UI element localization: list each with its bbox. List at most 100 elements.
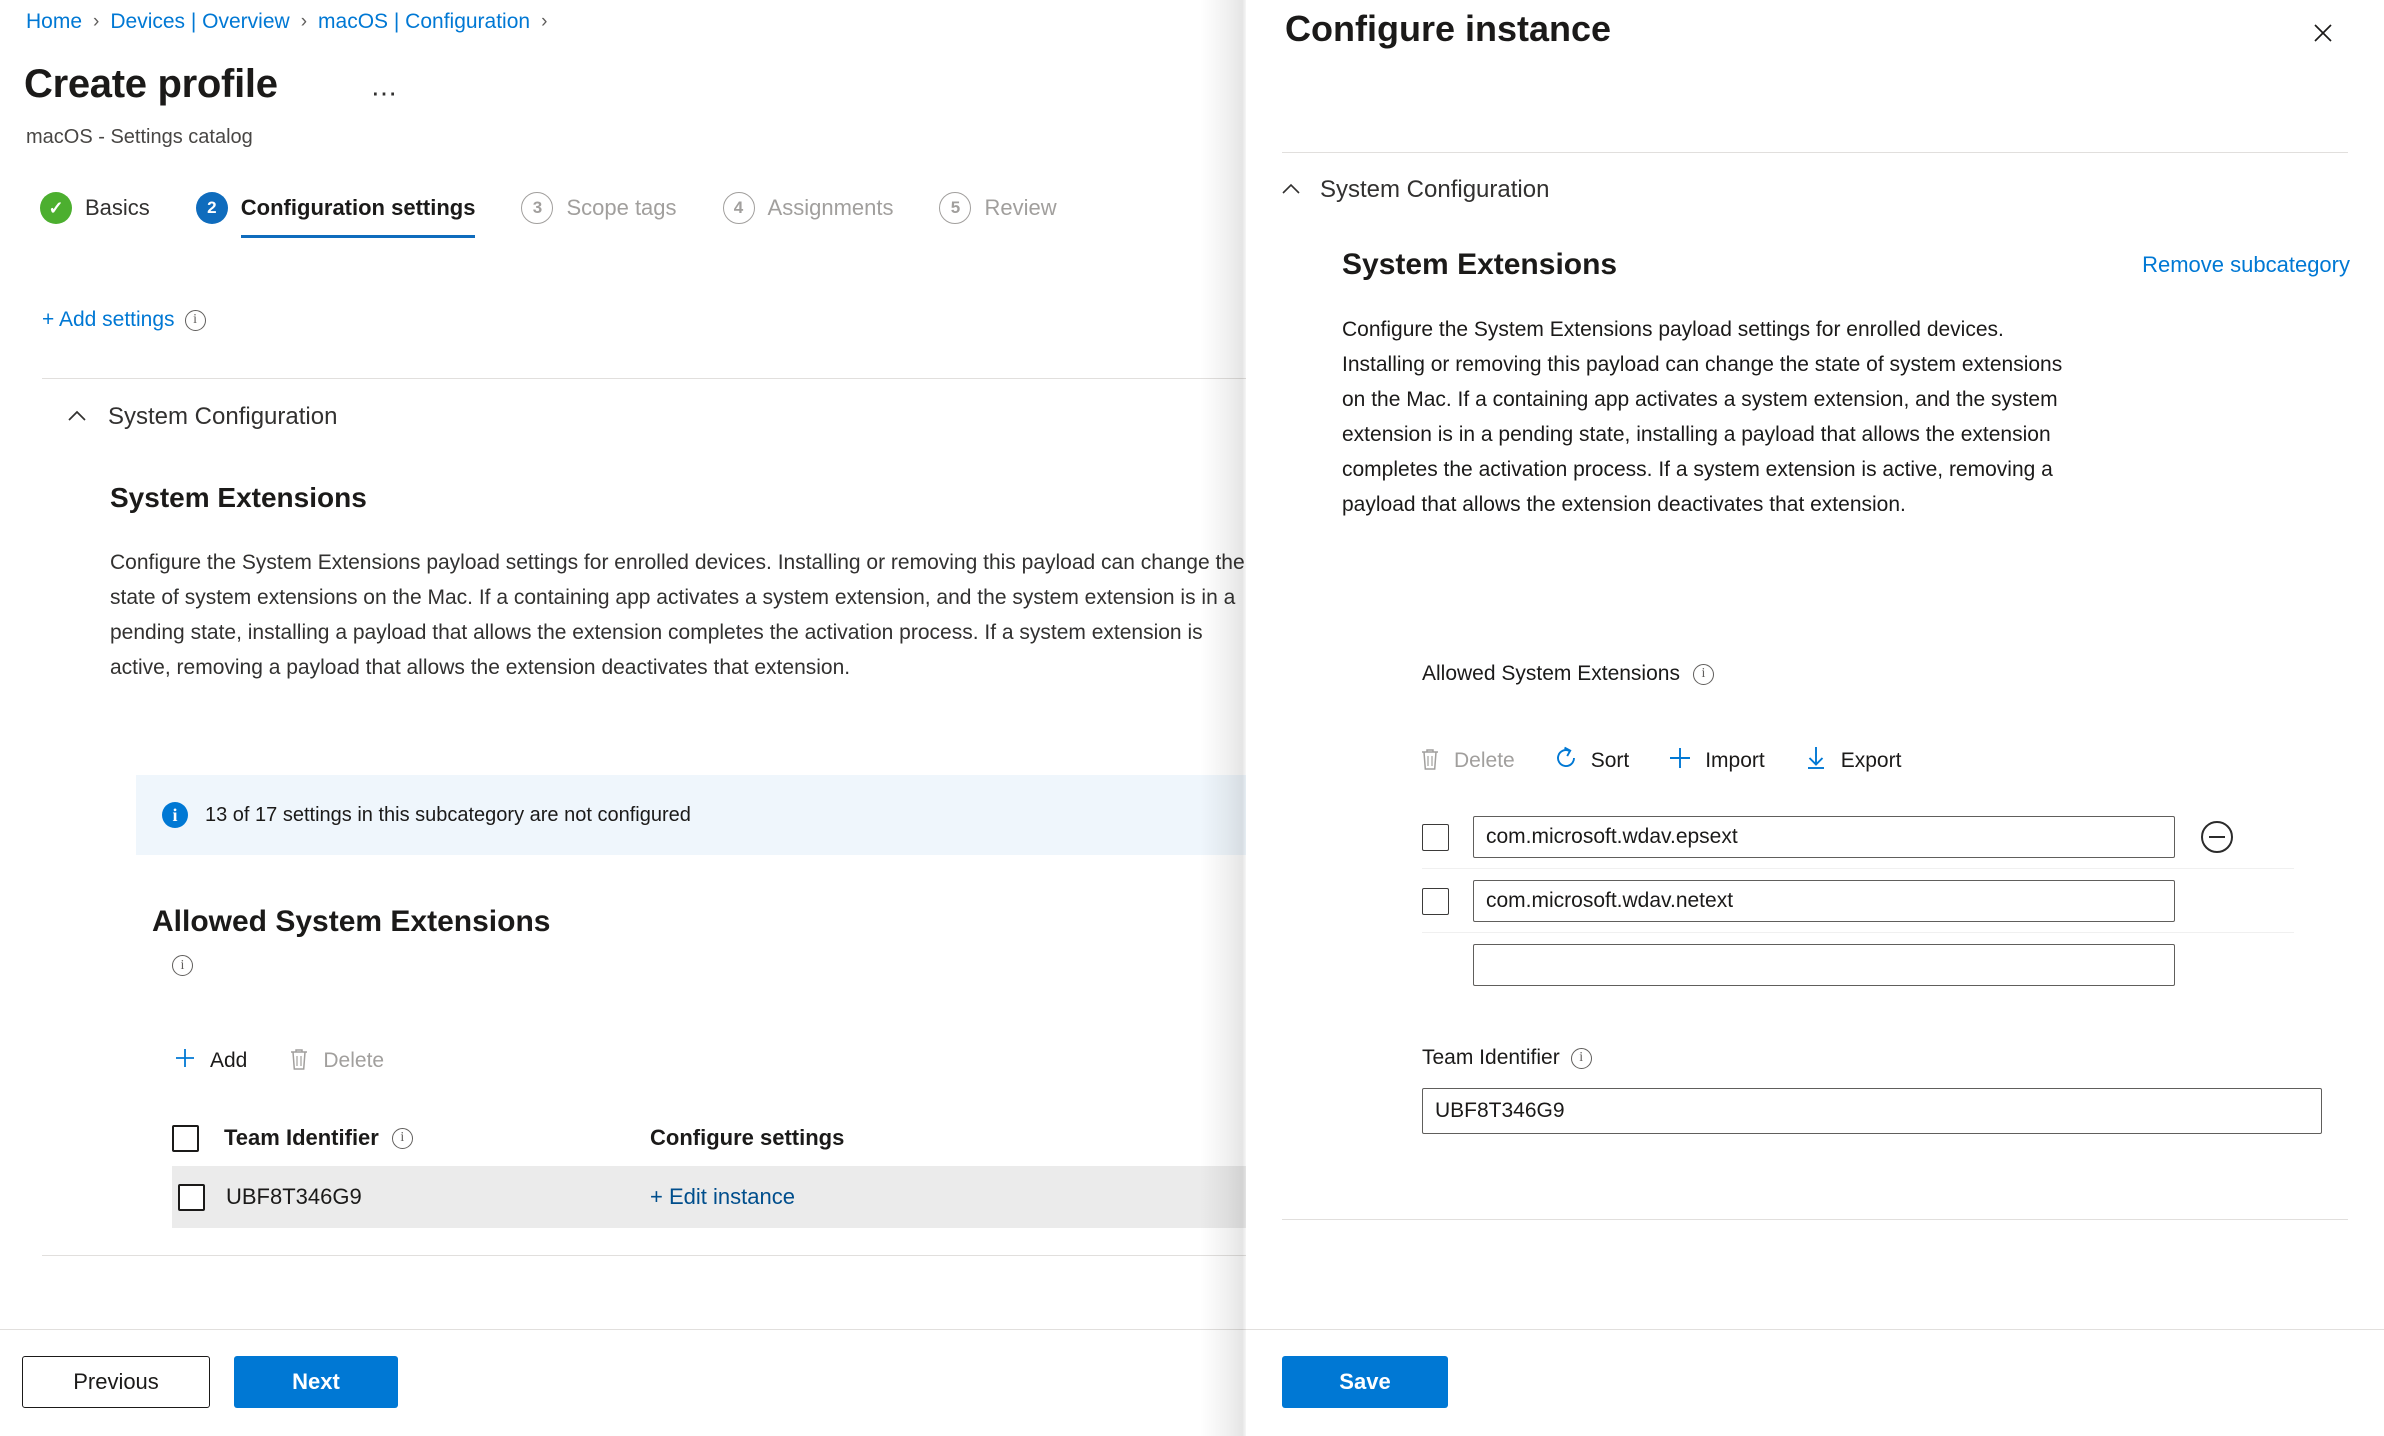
step-complete-icon: ✓ <box>40 192 72 224</box>
pane-command-bar: Delete Sort Import Export <box>1418 745 1901 777</box>
divider <box>1282 1219 2348 1220</box>
more-actions-ellipsis-icon[interactable]: ⋯ <box>371 78 399 109</box>
row-select-cell <box>172 1183 220 1211</box>
tab-active-indicator <box>240 235 476 238</box>
close-icon[interactable] <box>2304 14 2342 52</box>
pane-delete-label: Delete <box>1454 749 1515 772</box>
pane-section-system-configuration[interactable]: System Configuration <box>1280 176 1549 204</box>
add-settings-label: + Add settings <box>42 308 175 331</box>
tab-basics[interactable]: ✓ Basics <box>40 192 150 238</box>
trash-icon <box>1418 746 1442 777</box>
info-icon: i <box>162 802 188 828</box>
edit-instance-link[interactable]: + Edit instance <box>650 1184 795 1209</box>
select-all-cell <box>172 1124 220 1152</box>
export-button[interactable]: Export <box>1803 745 1902 777</box>
previous-button[interactable]: Previous <box>22 1356 210 1408</box>
extension-identifier-input[interactable] <box>1473 880 2175 922</box>
step-number-badge: 5 <box>939 192 972 224</box>
import-label: Import <box>1705 749 1765 772</box>
breadcrumb-separator: › <box>93 11 100 32</box>
remove-row-icon[interactable] <box>2201 821 2233 853</box>
field-label-text: Team Identifier <box>1422 1046 1560 1069</box>
breadcrumb-separator: › <box>300 11 308 32</box>
add-button[interactable]: Add <box>172 1045 247 1077</box>
step-number-badge: 3 <box>521 192 554 224</box>
info-icon[interactable]: i <box>391 1127 413 1149</box>
add-settings-button[interactable]: + Add settings i <box>42 308 206 332</box>
breadcrumb-item-macos-configuration[interactable]: macOS | Configuration <box>318 8 530 36</box>
tab-label: Basics <box>85 195 150 220</box>
chevron-up-icon[interactable] <box>66 406 88 428</box>
tab-review[interactable]: 5 Review <box>939 192 1057 238</box>
pane-block-title: System Extensions <box>1342 248 1618 281</box>
step-number-badge: 4 <box>722 192 755 224</box>
sort-button[interactable]: Sort <box>1553 745 1629 777</box>
column-header-label: Team Identifier <box>224 1125 379 1150</box>
divider <box>1282 152 2348 153</box>
tab-assignments[interactable]: 4 Assignments <box>722 192 893 238</box>
row-divider <box>1422 932 2294 933</box>
info-icon[interactable]: i <box>1692 663 1714 685</box>
table-row[interactable]: UBF8T346G9 + Edit instance <box>172 1166 1248 1228</box>
row-checkbox[interactable] <box>178 1183 205 1211</box>
wizard-tabs: ✓ Basics 2 Configuration settings 3 Scop… <box>40 192 1103 238</box>
divider <box>42 1255 1248 1256</box>
extension-identifier-input-new[interactable] <box>1473 944 2175 986</box>
divider <box>42 378 1248 379</box>
breadcrumb-item-devices-overview[interactable]: Devices | Overview <box>110 8 289 36</box>
chevron-up-icon[interactable] <box>1280 179 1302 201</box>
download-arrow-icon <box>1803 745 1829 777</box>
plus-icon <box>1667 745 1693 777</box>
trash-icon <box>287 1046 311 1077</box>
cell-team-identifier: UBF8T346G9 <box>220 1184 650 1210</box>
team-identifier-label: Team Identifier i <box>1422 1046 1592 1070</box>
import-button[interactable]: Import <box>1667 745 1765 777</box>
tab-label: Configuration settings <box>240 195 476 220</box>
breadcrumb-item-home[interactable]: Home <box>26 8 82 36</box>
column-team-identifier: Team Identifier i <box>220 1125 650 1151</box>
pane-delete-button[interactable]: Delete <box>1418 746 1515 777</box>
info-icon[interactable]: i <box>1570 1047 1592 1069</box>
extension-row-checkbox[interactable] <box>1422 887 1449 915</box>
tab-label: Scope tags <box>566 195 677 220</box>
wizard-footer: Previous Next <box>0 1329 1248 1436</box>
create-profile-blade: Home › Devices | Overview › macOS | Conf… <box>0 0 1248 1436</box>
select-all-checkbox[interactable] <box>172 1124 199 1152</box>
column-configure-settings: Configure settings <box>650 1125 1248 1151</box>
delete-label: Delete <box>323 1049 385 1072</box>
extension-row-empty <box>1422 944 2342 986</box>
extension-identifier-input[interactable] <box>1473 816 2175 858</box>
tab-configuration-settings[interactable]: 2 Configuration settings <box>195 192 476 238</box>
delete-button[interactable]: Delete <box>287 1046 384 1077</box>
pane-title: Configure instance <box>1285 8 1612 49</box>
plus-icon <box>172 1045 198 1077</box>
field-label-text: Allowed System Extensions <box>1422 662 1680 685</box>
remove-subcategory-link[interactable]: Remove subcategory <box>2142 252 2350 278</box>
team-identifier-table: Team Identifier i Configure settings UBF… <box>172 1110 1248 1228</box>
section-system-configuration[interactable]: System Configuration <box>66 403 337 431</box>
breadcrumb: Home › Devices | Overview › macOS | Conf… <box>26 8 558 36</box>
tab-label: Review <box>984 195 1057 220</box>
pane-footer: Save <box>1246 1329 2384 1436</box>
info-icon[interactable]: i <box>184 309 206 331</box>
table-header-row: Team Identifier i Configure settings <box>172 1110 1248 1166</box>
step-number-badge: 2 <box>195 192 228 224</box>
tab-scope-tags[interactable]: 3 Scope tags <box>521 192 677 238</box>
extension-row <box>1422 816 2342 858</box>
row-divider <box>1422 868 2294 869</box>
page-subtitle: macOS - Settings catalog <box>26 126 253 148</box>
info-banner: i 13 of 17 settings in this subcategory … <box>136 775 1248 855</box>
next-button[interactable]: Next <box>234 1356 398 1408</box>
export-label: Export <box>1840 749 1902 772</box>
section-title: System Configuration <box>1320 176 1550 203</box>
list-command-bar: Add Delete <box>172 1045 384 1077</box>
team-identifier-value: UBF8T346G9 <box>226 1184 362 1209</box>
column-header-label: Configure settings <box>650 1125 845 1150</box>
save-button[interactable]: Save <box>1282 1356 1448 1408</box>
team-identifier-input[interactable] <box>1422 1088 2322 1134</box>
app-root: Home › Devices | Overview › macOS | Conf… <box>0 0 2384 1436</box>
extension-row-checkbox[interactable] <box>1422 823 1449 851</box>
sort-refresh-icon <box>1553 745 1579 777</box>
info-icon[interactable]: i <box>172 955 193 976</box>
add-label: Add <box>210 1049 248 1072</box>
